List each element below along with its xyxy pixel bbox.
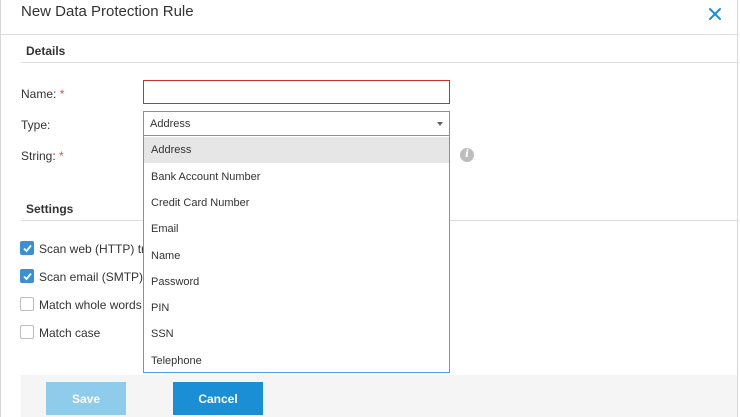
type-option-ssn[interactable]: SSN (144, 321, 449, 347)
required-mark: * (59, 149, 64, 163)
type-option-name[interactable]: Name (144, 243, 449, 269)
required-mark: * (59, 87, 65, 101)
type-option-address[interactable]: Address (144, 137, 449, 163)
string-label: String: * (21, 149, 64, 163)
dialog-title: New Data Protection Rule (21, 3, 194, 20)
close-icon[interactable] (706, 5, 724, 23)
save-button[interactable]: Save (46, 382, 126, 415)
name-label: Name: * (21, 87, 65, 101)
info-icon[interactable]: i (460, 148, 474, 162)
match-case-checkbox[interactable] (20, 325, 34, 339)
details-section-title: Details (26, 44, 66, 58)
type-option-pin[interactable]: PIN (144, 295, 449, 321)
name-input[interactable] (143, 80, 450, 104)
type-label: Type: (21, 118, 51, 132)
type-select-value: Address (150, 118, 191, 130)
type-option-email[interactable]: Email (144, 216, 449, 242)
details-divider (21, 62, 739, 63)
check-icon (23, 272, 32, 281)
caret-down-icon (437, 122, 443, 126)
scan-web-label: Scan web (HTTP) tra (39, 242, 152, 256)
match-whole-words-checkbox[interactable] (20, 297, 34, 311)
scan-email-label: Scan email (SMTP) t (39, 270, 150, 284)
title-divider (1, 34, 739, 35)
check-icon (23, 244, 32, 253)
type-select[interactable]: Address (143, 111, 450, 136)
dialog: New Data Protection Rule Details Name: *… (0, 0, 739, 417)
scan-web-checkbox[interactable] (20, 241, 34, 255)
match-case-label: Match case (39, 326, 101, 340)
match-whole-words-label: Match whole words (39, 298, 142, 312)
settings-section-title: Settings (26, 202, 74, 216)
type-option-password[interactable]: Password (144, 269, 449, 295)
dialog-footer (21, 375, 737, 417)
cancel-button[interactable]: Cancel (173, 382, 263, 415)
type-option-telephone[interactable]: Telephone (144, 348, 449, 374)
type-option-credit-card-number[interactable]: Credit Card Number (144, 190, 449, 216)
scan-email-checkbox[interactable] (20, 269, 34, 283)
type-option-bank-account-number[interactable]: Bank Account Number (144, 164, 449, 190)
type-dropdown-list: Address Bank Account Number Credit Card … (143, 136, 450, 373)
